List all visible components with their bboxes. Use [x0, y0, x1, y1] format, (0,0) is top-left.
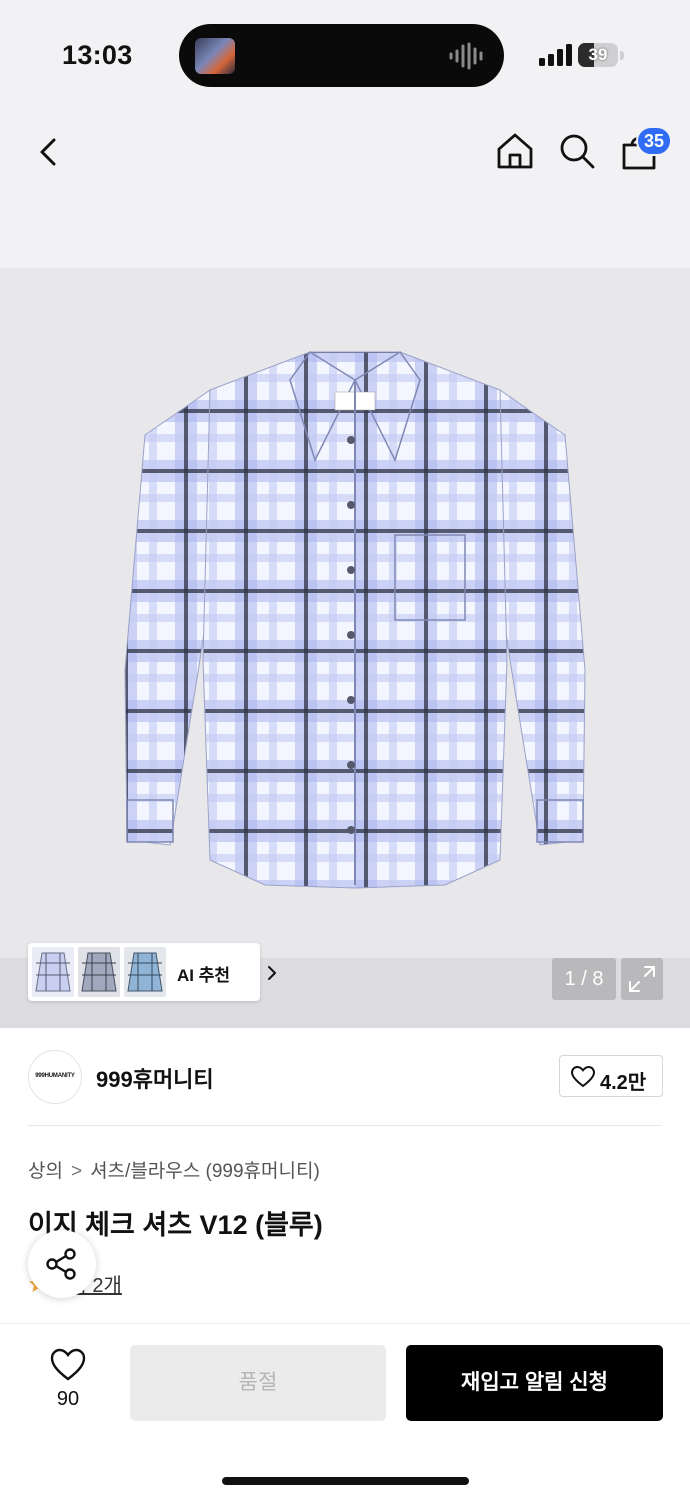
battery-icon: 39 [578, 43, 618, 67]
brand-like-button[interactable]: 4.2만 [559, 1055, 663, 1097]
dynamic-island[interactable] [179, 24, 504, 87]
breadcrumb-item-top[interactable]: 상의 [28, 1161, 63, 1182]
heart-icon [571, 1066, 595, 1088]
product-image-shirt[interactable] [115, 340, 595, 960]
share-button[interactable] [28, 1230, 96, 1298]
soldout-button: 품절 [130, 1345, 386, 1421]
ai-recommend-label: AI 추천 [177, 966, 231, 985]
home-icon[interactable] [494, 130, 536, 172]
expand-button[interactable] [621, 958, 663, 1000]
product-image-gallery[interactable]: AI 추천 1 / 8 [0, 268, 690, 1028]
brand-like-count: 4.2만 [600, 1072, 647, 1094]
wishlist-count: 90 [56, 1388, 80, 1410]
divider [28, 1125, 662, 1126]
search-icon[interactable] [556, 130, 598, 172]
battery-tip [620, 51, 624, 60]
breadcrumb: 상의 > 셔츠/블라우스 (999휴머니티) [28, 1156, 320, 1183]
cellular-signal-icon [539, 44, 572, 66]
wishlist-heart-icon[interactable] [50, 1348, 86, 1382]
brand-logo-text: 999HUMANITY [35, 1073, 75, 1079]
ai-thumb-1[interactable] [32, 947, 74, 997]
breadcrumb-item-category[interactable]: 셔츠/블라우스 (999휴머니티) [90, 1161, 320, 1182]
image-page-counter: 1 / 8 [552, 958, 616, 1000]
expand-icon [629, 966, 655, 992]
breadcrumb-separator: > [70, 1161, 83, 1182]
share-icon [46, 1248, 76, 1280]
home-indicator[interactable] [222, 1477, 469, 1485]
ai-thumb-3[interactable] [124, 947, 166, 997]
brand-name[interactable]: 999휴머니티 [96, 1062, 214, 1094]
battery-percentage: 39 [588, 45, 608, 64]
status-time: 13:03 [62, 40, 133, 70]
top-nav-bar [0, 110, 690, 268]
ai-thumb-2[interactable] [78, 947, 120, 997]
ai-recommend-strip[interactable]: AI 추천 [28, 943, 276, 1001]
chevron-right-icon [268, 966, 276, 980]
audio-waveform-icon [449, 42, 483, 70]
cart-count-badge: 35 [636, 126, 673, 156]
now-playing-artwork [195, 38, 235, 74]
restock-alert-button[interactable]: 재입고 알림 신청 [406, 1345, 663, 1421]
status-bar: 13:03 39 [0, 0, 690, 110]
brand-logo[interactable]: 999HUMANITY [28, 1050, 82, 1104]
chevron-left-icon[interactable] [30, 132, 70, 172]
